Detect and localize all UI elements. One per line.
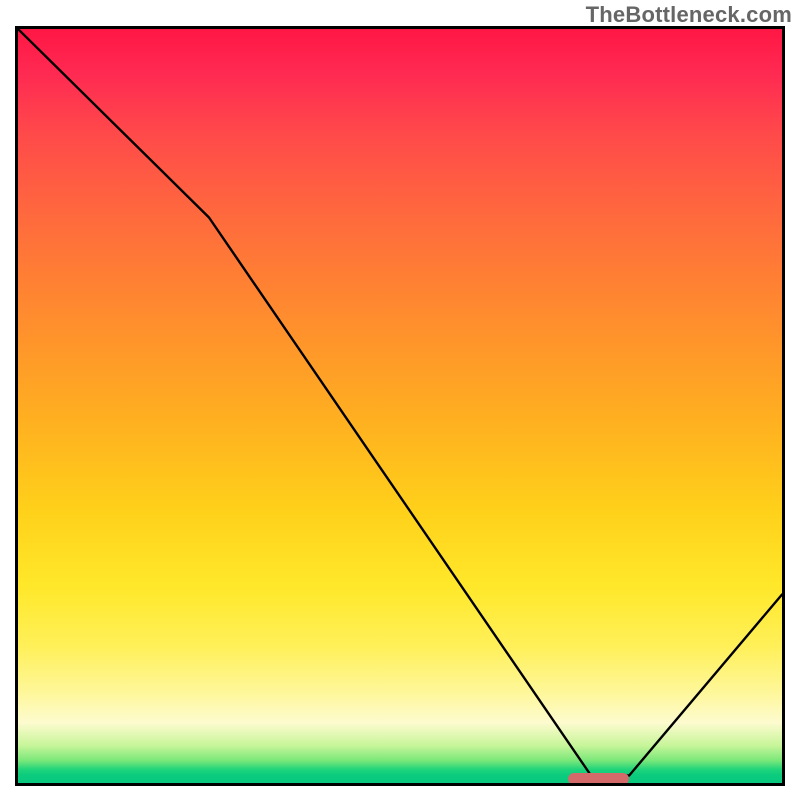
min-marker xyxy=(568,773,629,785)
plot-area xyxy=(15,26,785,786)
chart-canvas: TheBottleneck.com xyxy=(0,0,800,800)
curve-svg xyxy=(18,29,782,783)
curve-path xyxy=(18,29,782,776)
watermark-text: TheBottleneck.com xyxy=(586,2,792,28)
